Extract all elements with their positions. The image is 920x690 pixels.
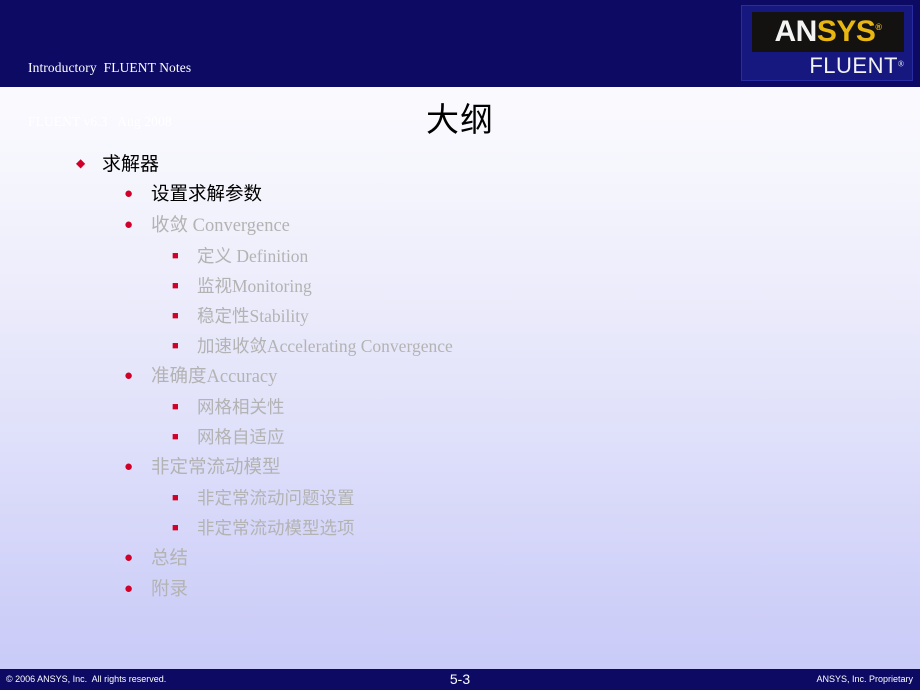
- presentation-slide: Introductory FLUENT Notes FLUENT v6.3 Au…: [0, 0, 920, 690]
- disc-bullet-icon: ●: [124, 459, 134, 475]
- outline-item-level2: ● 非定常流动模型: [0, 454, 920, 485]
- outline-item-label: 非定常流动模型: [151, 458, 281, 478]
- square-bullet-icon: ■: [172, 250, 179, 262]
- outline-item-label: 非定常流动问题设置: [197, 488, 355, 508]
- outline-item-level3: ■ 监视Monitoring: [0, 273, 920, 303]
- square-bullet-icon: ■: [172, 492, 179, 504]
- outline-item-label: 加速收敛Accelerating Convergence: [197, 336, 453, 356]
- ansys-fluent-logo: ANSYS® FLUENT®: [741, 5, 913, 81]
- disc-bullet-icon: ●: [124, 217, 134, 233]
- diamond-bullet-icon: ◆: [76, 156, 86, 170]
- outline-item-level2: ● 附录: [0, 576, 920, 607]
- disc-bullet-icon: ●: [124, 368, 134, 384]
- square-bullet-icon: ■: [172, 310, 179, 322]
- footer-proprietary-notice: ANSYS, Inc. Proprietary: [816, 674, 913, 684]
- ansys-wordmark-an: AN: [774, 15, 817, 48]
- disc-bullet-icon: ●: [124, 581, 134, 597]
- outline-item-level3: ■ 稳定性Stability: [0, 303, 920, 333]
- fluent-wordmark-row: FLUENT®: [742, 53, 904, 79]
- fluent-wordmark: FLUENT: [809, 53, 898, 78]
- square-bullet-icon: ■: [172, 522, 179, 534]
- outline-item-label: 设置求解参数: [151, 185, 263, 205]
- square-bullet-icon: ■: [172, 340, 179, 352]
- registered-trademark-icon-2: ®: [897, 59, 904, 69]
- square-bullet-icon: ■: [172, 401, 179, 413]
- outline-item-label: 求解器: [102, 154, 160, 175]
- footer-page-number: 5-3: [449, 671, 471, 687]
- outline-item-level3: ■ 非定常流动问题设置: [0, 485, 920, 515]
- registered-trademark-icon: ®: [875, 22, 882, 32]
- outline-list: ◆ 求解器 ● 设置求解参数 ● 收敛 Convergence ■ 定义 Def…: [0, 152, 920, 607]
- disc-bullet-icon: ●: [124, 550, 134, 566]
- outline-item-label: 稳定性Stability: [197, 306, 309, 326]
- outline-item-label: 网格相关性: [197, 397, 285, 417]
- outline-item-level2: ● 收敛 Convergence: [0, 212, 920, 243]
- outline-item-label: 附录: [151, 580, 189, 600]
- header-course-title: Introductory FLUENT Notes FLUENT v6.3 Au…: [28, 23, 191, 167]
- outline-item-label: 监视Monitoring: [197, 276, 312, 296]
- header-title-line-1: Introductory FLUENT Notes: [28, 60, 192, 75]
- outline-item-level2: ● 准确度Accuracy: [0, 363, 920, 394]
- outline-item-level2: ● 总结: [0, 545, 920, 576]
- outline-item-label: 定义 Definition: [197, 246, 309, 266]
- outline-item-label: 收敛 Convergence: [151, 216, 290, 236]
- outline-item-level3: ■ 定义 Definition: [0, 243, 920, 273]
- page-title: 大纲: [426, 103, 494, 139]
- outline-item-label: 总结: [151, 549, 189, 569]
- ansys-wordmark: ANSYS®: [774, 15, 882, 48]
- ansys-wordmark-sys: SYS: [816, 15, 876, 48]
- outline-item-level3: ■ 加速收敛Accelerating Convergence: [0, 333, 920, 363]
- square-bullet-icon: ■: [172, 280, 179, 292]
- outline-item-level1: ◆ 求解器: [0, 152, 920, 181]
- ansys-wordmark-plate: ANSYS®: [752, 12, 904, 52]
- outline-item-label: 非定常流动模型选项: [197, 518, 355, 538]
- outline-item-label: 网格自适应: [197, 427, 285, 447]
- outline-item-level3: ■ 网格自适应: [0, 424, 920, 454]
- disc-bullet-icon: ●: [124, 186, 134, 202]
- outline-item-label: 准确度Accuracy: [151, 367, 278, 387]
- outline-item-level3: ■ 网格相关性: [0, 394, 920, 424]
- outline-item-level3: ■ 非定常流动模型选项: [0, 515, 920, 545]
- square-bullet-icon: ■: [172, 431, 179, 443]
- outline-item-level2: ● 设置求解参数: [0, 181, 920, 212]
